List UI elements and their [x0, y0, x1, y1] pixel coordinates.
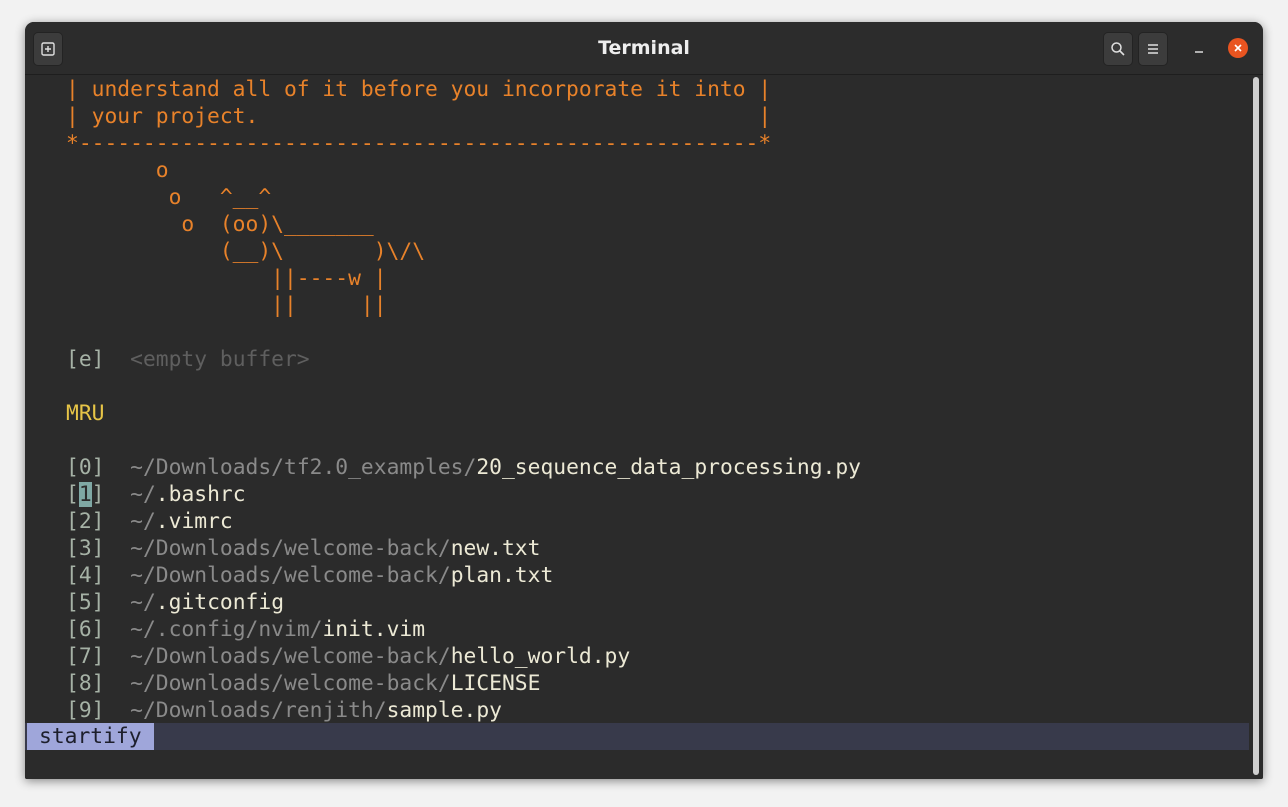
close-icon [1234, 44, 1242, 52]
cow-line: (__)\ )\/\ [66, 239, 426, 264]
scrollbar-thumb[interactable] [1253, 77, 1259, 775]
mru-index: [0] [66, 455, 105, 480]
cow-line: o (oo)\_______ [66, 212, 374, 237]
mru-item[interactable]: [7] ~/Downloads/welcome-back/hello_world… [25, 643, 1249, 670]
cursor: 1 [78, 482, 92, 507]
mru-dir: ~/ [130, 509, 156, 534]
mru-file: .gitconfig [155, 590, 285, 615]
mru-dir: ~/Downloads/welcome-back/ [130, 563, 451, 588]
mru-header: MRU [66, 401, 105, 426]
mru-item[interactable]: [9] ~/Downloads/renjith/sample.py [25, 697, 1249, 724]
new-tab-icon [41, 42, 55, 56]
cow-line: ||----w | [66, 266, 387, 291]
mru-item[interactable]: [4] ~/Downloads/welcome-back/plan.txt [25, 562, 1249, 589]
mru-file: .vimrc [155, 509, 233, 534]
menu-button[interactable] [1138, 32, 1168, 66]
scrollbar[interactable] [1249, 75, 1263, 779]
mru-file: new.txt [450, 536, 541, 561]
mru-item[interactable]: [6] ~/.config/nvim/init.vim [25, 616, 1249, 643]
mru-dir: ~/Downloads/welcome-back/ [130, 671, 451, 696]
mru-index: [2] [66, 509, 105, 534]
mru-index: [5] [66, 590, 105, 615]
terminal-window: Terminal | understand all of it before y… [25, 22, 1263, 779]
entry-label: <empty buffer> [130, 347, 310, 372]
cow-line: *---------------------------------------… [66, 131, 772, 156]
mru-dir: ~/Downloads/welcome-back/ [130, 536, 451, 561]
mru-index: [9] [66, 698, 105, 723]
vim-statusline: startify [25, 723, 1249, 750]
statusline-mode: startify [27, 723, 154, 750]
mru-index: [6] [66, 617, 105, 642]
mru-dir: ~/Downloads/welcome-back/ [130, 644, 451, 669]
mru-file: 20_sequence_data_processing.py [476, 455, 861, 480]
mru-index: [3] [66, 536, 105, 561]
mru-item[interactable]: [5] ~/.gitconfig [25, 589, 1249, 616]
mru-index: [8] [66, 671, 105, 696]
cow-line: o ^__^ [66, 185, 272, 210]
mru-item[interactable]: [0] ~/Downloads/tf2.0_examples/20_sequen… [25, 454, 1249, 481]
mru-item[interactable]: [2] ~/.vimrc [25, 508, 1249, 535]
minimize-button[interactable] [1186, 36, 1212, 62]
cow-line: || || [66, 293, 387, 318]
mru-index: [4] [66, 563, 105, 588]
cow-line: o [66, 158, 169, 183]
mru-dir: ~/ [130, 482, 156, 507]
search-button[interactable] [1103, 32, 1133, 66]
mru-dir: ~/.config/nvim/ [130, 617, 323, 642]
mru-item[interactable]: [1] ~/.bashrc [25, 481, 1249, 508]
mru-index: [7] [66, 644, 105, 669]
window-title: Terminal [598, 37, 690, 59]
search-icon [1111, 42, 1125, 56]
terminal-content[interactable]: | understand all of it before you incorp… [25, 75, 1249, 779]
mru-file: LICENSE [450, 671, 541, 696]
cow-line: | your project. | [66, 104, 772, 129]
mru-file: hello_world.py [450, 644, 631, 669]
entry-index: [e] [66, 347, 105, 372]
mru-file: .bashrc [155, 482, 246, 507]
cow-line: | understand all of it before you incorp… [66, 77, 772, 102]
new-tab-button[interactable] [33, 32, 63, 66]
mru-item[interactable]: [3] ~/Downloads/welcome-back/new.txt [25, 535, 1249, 562]
mru-item[interactable]: [8] ~/Downloads/welcome-back/LICENSE [25, 670, 1249, 697]
mru-dir: ~/ [130, 590, 156, 615]
mru-dir: ~/Downloads/tf2.0_examples/ [130, 455, 477, 480]
hamburger-menu-icon [1148, 44, 1158, 54]
mru-dir: ~/Downloads/renjith/ [130, 698, 387, 723]
mru-file: plan.txt [450, 563, 554, 588]
mru-file: init.vim [322, 617, 426, 642]
close-button[interactable] [1228, 38, 1248, 58]
mru-index: [1] [66, 482, 105, 507]
mru-file: sample.py [386, 698, 502, 723]
empty-buffer-entry[interactable]: [e] <empty buffer> [25, 346, 1249, 373]
minimize-icon [1195, 51, 1203, 53]
titlebar: Terminal [25, 22, 1263, 75]
